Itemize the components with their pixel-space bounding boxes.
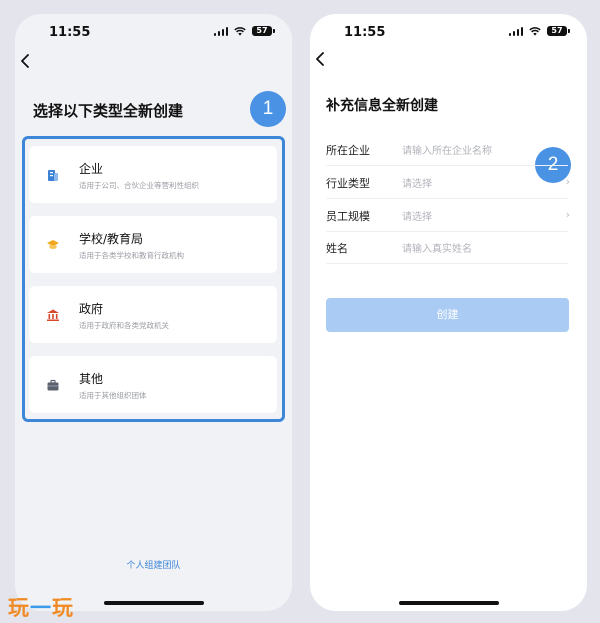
page-title: 选择以下类型全新创建 <box>33 102 184 120</box>
back-button[interactable] <box>20 52 30 73</box>
option-title: 企业 <box>79 162 104 176</box>
form-row-staff-size[interactable]: 员工规模 请选择 › <box>326 199 570 232</box>
company-name-input[interactable]: 请输入所在企业名称 <box>402 142 552 157</box>
form-row-company: 所在企业 请输入所在企业名称 <box>326 133 568 166</box>
wifi-icon <box>529 26 541 36</box>
home-indicator <box>103 601 204 605</box>
step-badge: 1 <box>250 91 286 127</box>
building-icon <box>48 170 58 181</box>
personal-team-link[interactable]: 个人组建团队 <box>15 558 292 571</box>
watermark-logo: 玩一玩 <box>8 596 74 620</box>
option-card-enterprise[interactable]: 企业 适用于公司、合伙企业等营利性组织 <box>29 146 277 203</box>
chevron-left-icon <box>21 54 29 68</box>
option-desc: 适用于公司、合伙企业等营利性组织 <box>79 181 199 190</box>
option-desc: 适用于各类学校和教育行政机构 <box>79 251 184 260</box>
name-label: 姓名 <box>326 242 348 255</box>
industry-label: 行业类型 <box>326 177 370 190</box>
back-button[interactable] <box>315 50 325 71</box>
status-bar: 11:55 57 <box>15 14 292 50</box>
briefcase-icon <box>47 379 59 391</box>
real-name-input[interactable]: 请输入真实姓名 <box>402 240 552 255</box>
right-phone-screen: 11:55 57 补充信息全新创建 2 所在企业 请输入所在企业名称 行业类型 … <box>310 14 587 611</box>
option-title: 其他 <box>79 372 104 386</box>
home-indicator <box>398 601 499 605</box>
option-title: 学校/教育局 <box>79 232 144 246</box>
option-title: 政府 <box>79 302 104 316</box>
chevron-right-icon: › <box>565 208 570 221</box>
graduation-cap-icon <box>47 240 59 249</box>
option-desc: 适用于政府和各类党政机关 <box>79 321 169 330</box>
status-bar: 11:55 57 <box>310 14 587 50</box>
status-time: 11:55 <box>344 25 386 40</box>
industry-select[interactable]: 请选择 <box>402 175 552 190</box>
government-building-icon <box>47 309 59 321</box>
staff-size-select[interactable]: 请选择 <box>402 208 552 223</box>
option-card-school[interactable]: 学校/教育局 适用于各类学校和教育行政机构 <box>29 216 277 273</box>
battery-icon: 57 <box>547 26 570 36</box>
page-title: 补充信息全新创建 <box>326 98 438 114</box>
create-button[interactable]: 创建 <box>326 298 569 332</box>
staff-size-label: 员工规模 <box>326 210 370 223</box>
cellular-signal-icon <box>508 26 523 36</box>
chevron-left-icon <box>316 52 324 66</box>
form-row-name: 姓名 请输入真实姓名 <box>326 231 568 264</box>
chevron-right-icon: › <box>565 175 570 188</box>
option-card-government[interactable]: 政府 适用于政府和各类党政机关 <box>29 286 277 343</box>
left-phone-screen: 11:55 57 选择以下类型全新创建 1 企业 适用于公司、合伙企业等营利性组… <box>15 14 292 611</box>
form-row-industry[interactable]: 行业类型 请选择 › <box>326 166 570 199</box>
battery-icon: 57 <box>252 26 275 36</box>
wifi-icon <box>234 26 246 36</box>
status-time: 11:55 <box>49 25 91 40</box>
cellular-signal-icon <box>213 26 228 36</box>
company-label: 所在企业 <box>326 144 370 157</box>
option-desc: 适用于其他组织团体 <box>79 391 147 400</box>
option-card-other[interactable]: 其他 适用于其他组织团体 <box>29 356 277 413</box>
